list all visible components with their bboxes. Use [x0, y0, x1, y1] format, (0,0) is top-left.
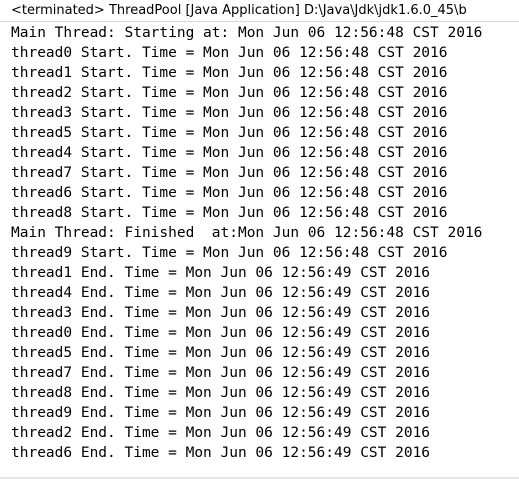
console-line: Main Thread: Finished at:Mon Jun 06 12:5… [11, 225, 483, 241]
console-line: thread8 End. Time = Mon Jun 06 12:56:49 … [11, 385, 431, 401]
console-line: thread7 Start. Time = Mon Jun 06 12:56:4… [11, 165, 448, 181]
console-output[interactable]: Main Thread: Starting at: Mon Jun 06 12:… [0, 23, 519, 471]
console-line: thread0 Start. Time = Mon Jun 06 12:56:4… [11, 45, 448, 61]
console-line: thread9 End. Time = Mon Jun 06 12:56:49 … [11, 405, 431, 421]
console-line: thread3 End. Time = Mon Jun 06 12:56:49 … [11, 305, 431, 321]
console-line: thread5 Start. Time = Mon Jun 06 12:56:4… [11, 125, 448, 141]
console-view: <terminated> ThreadPool [Java Applicatio… [0, 0, 519, 479]
console-line: thread5 End. Time = Mon Jun 06 12:56:49 … [11, 345, 431, 361]
console-line: thread4 End. Time = Mon Jun 06 12:56:49 … [11, 285, 431, 301]
console-launch-label: <terminated> ThreadPool [Java Applicatio… [11, 3, 467, 18]
console-line: thread1 Start. Time = Mon Jun 06 12:56:4… [11, 65, 448, 81]
console-line: thread9 Start. Time = Mon Jun 06 12:56:4… [11, 245, 448, 261]
console-line: thread7 End. Time = Mon Jun 06 12:56:49 … [11, 365, 431, 381]
console-line: thread2 End. Time = Mon Jun 06 12:56:49 … [11, 425, 431, 441]
console-line: thread4 Start. Time = Mon Jun 06 12:56:4… [11, 145, 448, 161]
console-line: thread6 End. Time = Mon Jun 06 12:56:49 … [11, 445, 431, 461]
console-line: thread2 Start. Time = Mon Jun 06 12:56:4… [11, 85, 448, 101]
console-line: thread1 End. Time = Mon Jun 06 12:56:49 … [11, 265, 431, 281]
console-line: thread3 Start. Time = Mon Jun 06 12:56:4… [11, 105, 448, 121]
console-line: thread8 Start. Time = Mon Jun 06 12:56:4… [11, 205, 448, 221]
console-header: <terminated> ThreadPool [Java Applicatio… [0, 0, 519, 22]
console-line: thread0 End. Time = Mon Jun 06 12:56:49 … [11, 325, 431, 341]
console-line: Main Thread: Starting at: Mon Jun 06 12:… [11, 25, 483, 41]
console-line: thread6 Start. Time = Mon Jun 06 12:56:4… [11, 185, 448, 201]
